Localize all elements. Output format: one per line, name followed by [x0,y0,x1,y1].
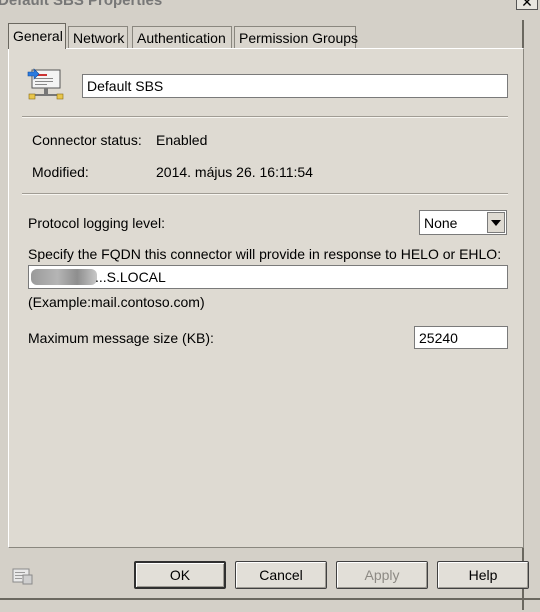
tab-permission-groups[interactable]: Permission Groups [234,26,359,48]
tab-label: Permission Groups [239,30,359,46]
connector-status-label: Connector status: [32,132,142,148]
protocol-logging-label: Protocol logging level: [28,215,165,231]
fqdn-input[interactable]: ...S.LOCAL [28,265,508,289]
connector-name-input[interactable]: Default SBS [82,74,508,98]
window-border-bottom [0,598,540,600]
properties-icon [12,566,34,586]
fqdn-example: (Example:mail.contoso.com) [28,294,205,310]
tab-label: Authentication [137,30,226,46]
tab-network[interactable]: Network [68,26,128,48]
separator [22,193,508,195]
connector-icon [26,64,66,104]
connector-status-value: Enabled [156,132,208,148]
fqdn-label: Specify the FQDN this connector will pro… [28,246,502,262]
ok-button[interactable]: OK [134,561,226,589]
separator [22,116,508,118]
redaction-mark [31,269,97,285]
tab-label: General [13,28,63,44]
modified-value: 2014. május 26. 16:11:54 [156,164,313,180]
fqdn-visible-text: ...S.LOCAL [95,269,166,285]
title-bar[interactable]: Default SBS Properties ✕ [0,0,540,12]
cancel-button[interactable]: Cancel [235,561,327,589]
max-message-size-label: Maximum message size (KB): [28,330,214,346]
max-message-size-input[interactable]: 25240 [414,326,508,349]
close-icon: ✕ [521,0,533,10]
help-button[interactable]: Help [437,561,529,589]
protocol-logging-value: None [424,215,458,231]
tab-label: Network [73,30,125,46]
tab-general[interactable]: General [8,23,66,49]
protocol-logging-select[interactable]: None [419,210,507,235]
chevron-down-icon[interactable] [487,212,505,233]
window-title: Default SBS Properties [0,0,163,9]
tab-authentication[interactable]: Authentication [132,26,232,48]
apply-button[interactable]: Apply [336,561,428,589]
close-button[interactable]: ✕ [516,0,538,10]
modified-label: Modified: [32,164,89,180]
